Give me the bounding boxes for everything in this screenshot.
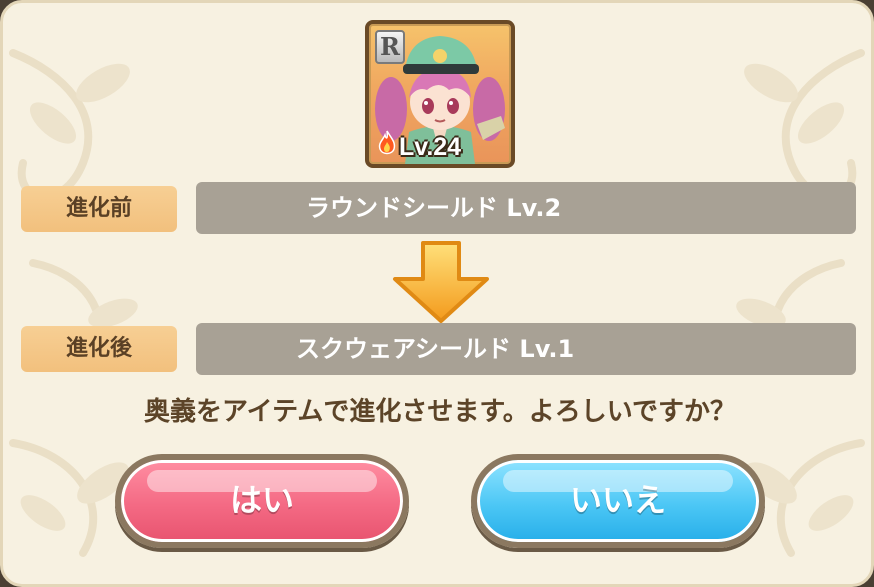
before-skill-name: ラウンドシールド Lv.2 — [196, 182, 856, 234]
no-button-label: いいえ — [569, 481, 666, 519]
evolve-confirm-dialog: R Lv.24 進化前 ラウンドシールド Lv.2 進化後 スクウェアシールド … — [0, 0, 874, 587]
rarity-badge: R — [375, 30, 405, 64]
card-level: Lv.24 — [399, 133, 462, 161]
arrow-down-icon — [393, 241, 489, 323]
after-label: 進化後 — [21, 326, 177, 372]
character-portrait: R Lv.24 — [365, 20, 515, 168]
before-label: 進化前 — [21, 186, 177, 232]
no-button[interactable]: いいえ — [471, 454, 765, 548]
yes-button-label: はい — [229, 481, 294, 519]
fire-icon — [378, 130, 396, 155]
after-skill-name: スクウェアシールド Lv.1 — [196, 323, 856, 375]
confirm-question: 奥義をアイテムで進化させます。よろしいですか？ — [143, 397, 737, 427]
yes-button[interactable]: はい — [115, 454, 409, 548]
